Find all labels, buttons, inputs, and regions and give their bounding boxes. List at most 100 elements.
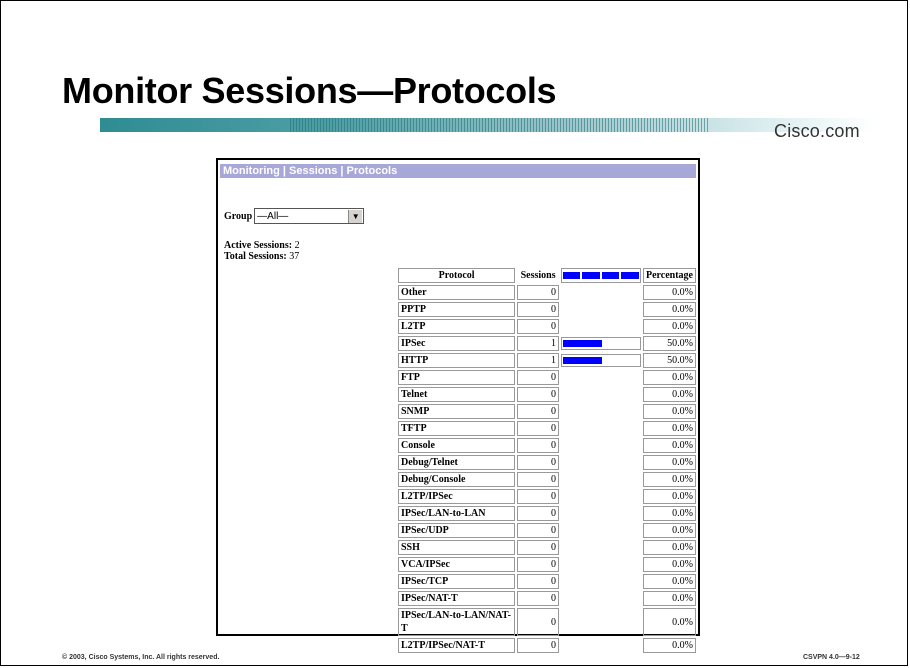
sessions-cell: 0 <box>517 421 559 436</box>
sessions-cell: 0 <box>517 370 559 385</box>
bar-track <box>561 592 641 605</box>
header-protocol: Protocol <box>398 268 516 283</box>
total-sessions-value: 37 <box>289 251 300 262</box>
bar-track <box>560 354 641 367</box>
protocol-cell: IPSec/LAN-to-LAN/NAT-T <box>398 608 516 636</box>
protocol-cell: IPSec/LAN-to-LAN <box>398 506 516 521</box>
bar-track <box>560 337 641 350</box>
bar-cell <box>560 336 641 351</box>
percentage-cell: 50.0% <box>642 353 696 368</box>
protocol-cell: IPSec <box>398 336 516 351</box>
percentage-cell: 50.0% <box>642 336 696 351</box>
header-bar-scale <box>560 268 641 283</box>
bar-track <box>561 575 641 588</box>
percentage-cell: 0.0% <box>642 285 696 300</box>
bar-track <box>561 541 641 554</box>
bar-cell <box>561 523 641 538</box>
total-sessions-label: Total Sessions: <box>224 251 287 262</box>
session-stats: Active Sessions: 2 Total Sessions: 37 <box>224 240 300 262</box>
title-decoration-bar <box>100 118 875 132</box>
sessions-cell: 0 <box>517 472 559 487</box>
scale-segment <box>621 272 639 279</box>
bar-cell <box>561 638 641 653</box>
sessions-cell: 0 <box>517 489 559 504</box>
active-sessions-label: Active Sessions: <box>224 240 293 251</box>
protocol-cell: SSH <box>398 540 516 555</box>
bar-cell <box>561 591 641 606</box>
chevron-down-icon[interactable]: ▼ <box>348 209 363 223</box>
header-percentage: Percentage <box>642 268 696 283</box>
sessions-cell: 0 <box>517 557 559 572</box>
sessions-cell: 0 <box>517 591 559 606</box>
percentage-cell: 0.0% <box>642 455 696 470</box>
active-sessions: Active Sessions: 2 <box>224 240 300 251</box>
table-row: Console 0 0.0% <box>398 438 696 453</box>
protocol-cell: L2TP <box>398 319 516 334</box>
sessions-cell: 0 <box>517 506 559 521</box>
header-sessions: Sessions <box>517 268 559 283</box>
bar-track <box>561 473 641 486</box>
protocol-cell: FTP <box>398 370 516 385</box>
percentage-cell: 0.0% <box>642 540 696 555</box>
group-select[interactable]: —All— ▼ <box>254 208 365 224</box>
scale-segment <box>601 272 620 279</box>
bar-cell <box>561 608 641 636</box>
sessions-cell: 0 <box>517 638 559 653</box>
percentage-cell: 0.0% <box>642 319 696 334</box>
table-row: Debug/Telnet 0 0.0% <box>398 455 696 470</box>
bar-track <box>561 422 641 435</box>
protocol-cell: Debug/Console <box>398 472 516 487</box>
table-row: Other 0 0.0% <box>398 285 696 300</box>
table-row: IPSec/NAT-T 0 0.0% <box>398 591 696 606</box>
bar-cell <box>561 489 641 504</box>
percentage-cell: 0.0% <box>642 557 696 572</box>
percentage-cell: 0.0% <box>642 404 696 419</box>
bar-track <box>561 490 641 503</box>
bar-track <box>561 558 641 571</box>
percentage-cell: 0.0% <box>642 421 696 436</box>
sessions-cell: 0 <box>517 438 559 453</box>
bar-cell <box>561 455 641 470</box>
bar-scale-legend <box>562 269 640 282</box>
percentage-cell: 0.0% <box>642 638 696 653</box>
percentage-cell: 0.0% <box>642 608 696 636</box>
copyright-footer: © 2003, Cisco Systems, Inc. All rights r… <box>62 654 220 661</box>
sessions-cell: 0 <box>517 523 559 538</box>
sessions-cell: 0 <box>517 387 559 402</box>
protocol-cell: VCA/IPSec <box>398 557 516 572</box>
table-header-row: Protocol Sessions Percentage <box>398 268 696 283</box>
bar-track <box>561 439 641 452</box>
protocol-cell: Debug/Telnet <box>398 455 516 470</box>
protocol-cell: Telnet <box>398 387 516 402</box>
total-sessions: Total Sessions: 37 <box>224 251 300 262</box>
table-row: L2TP/IPSec 0 0.0% <box>398 489 696 504</box>
bar-track <box>561 405 641 418</box>
protocol-cell: TFTP <box>398 421 516 436</box>
bar-track <box>561 388 641 401</box>
scale-segment <box>582 272 600 279</box>
sessions-cell: 1 <box>517 353 559 368</box>
protocol-cell: PPTP <box>398 302 516 317</box>
table-row: L2TP/IPSec/NAT-T 0 0.0% <box>398 638 696 653</box>
table-body: Other 0 0.0% PPTP 0 0.0% L2TP 0 0.0% IPSec 1 50.0% H… <box>398 285 696 653</box>
breadcrumb: Monitoring | Sessions | Protocols <box>220 164 696 178</box>
sessions-cell: 1 <box>517 336 559 351</box>
table-row: SSH 0 0.0% <box>398 540 696 555</box>
bar-cell <box>561 387 641 402</box>
protocol-cell: SNMP <box>398 404 516 419</box>
percentage-cell: 0.0% <box>642 370 696 385</box>
percentage-cell: 0.0% <box>642 302 696 317</box>
protocol-cell: Other <box>398 285 516 300</box>
bar-cell <box>561 302 641 317</box>
table-row: TFTP 0 0.0% <box>398 421 696 436</box>
sessions-cell: 0 <box>517 574 559 589</box>
bar-cell <box>561 370 641 385</box>
protocols-table: Protocol Sessions Percentage Other 0 0.0% P… <box>396 266 698 655</box>
table-row: L2TP 0 0.0% <box>398 319 696 334</box>
table-row: FTP 0 0.0% <box>398 370 696 385</box>
bar-cell <box>561 506 641 521</box>
bar-track <box>561 456 641 469</box>
embedded-screenshot: Monitoring | Sessions | Protocols Group … <box>216 158 700 653</box>
course-code-footer: CSVPN 4.0—9-12 <box>803 654 860 661</box>
sessions-cell: 0 <box>517 404 559 419</box>
